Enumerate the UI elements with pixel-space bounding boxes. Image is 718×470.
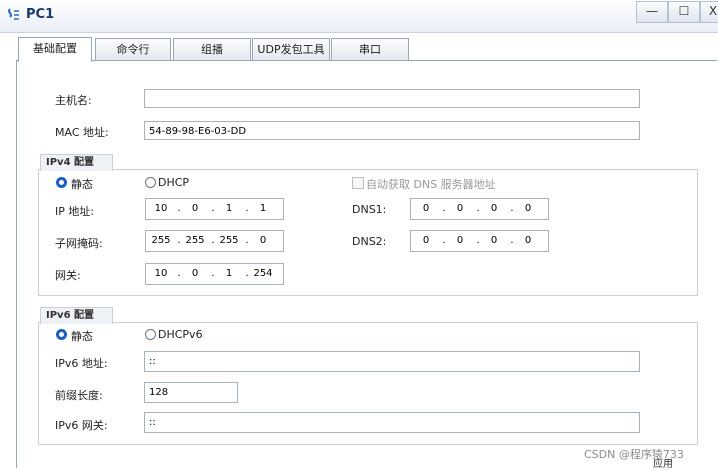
minimize-button[interactable]: — [636,1,668,23]
watermark: CSDN @程序猿733 [584,448,684,461]
dns1-input[interactable]: 0. 0. 0. 0 [410,198,549,220]
octet: 10 [154,203,168,214]
octet: 0 [456,235,464,246]
ipv6-dhcp-radio[interactable] [145,329,156,340]
auto-dns-label: 自动获取 DNS 服务器地址 [366,178,496,191]
tab-udp-tool[interactable]: UDP发包工具 [252,38,330,61]
prefix-length-input[interactable]: 128 [144,382,238,403]
octet: 0 [456,203,464,214]
auto-dns-checkbox[interactable] [352,177,364,189]
octet: 0 [524,203,532,214]
ipv6-dhcp-label: DHCPv6 [158,328,203,341]
octet: 0 [490,235,498,246]
maximize-button[interactable]: ☐ [668,1,700,23]
ip-label: IP 地址: [55,205,95,218]
octet: 0 [191,203,199,214]
octet: 0 [490,203,498,214]
octet: 1 [225,268,233,279]
tab-command-line[interactable]: 命令行 [95,38,171,61]
pc-app-icon [8,8,19,20]
ip-address-input[interactable]: 10. 0. 1. 1 [145,198,284,220]
prefix-length-label: 前缀长度: [55,389,103,402]
ipv6-address-input[interactable]: :: [144,351,640,372]
gateway-label: 网关: [55,269,81,282]
dns2-label: DNS2: [352,235,387,248]
octet: 1 [225,203,233,214]
window-title: PC1 [26,7,55,22]
octet: 0 [422,235,430,246]
octet: 0 [191,268,199,279]
ipv4-static-label: 静态 [71,178,93,191]
octet: 0 [259,235,267,246]
close-button[interactable]: X [700,1,718,23]
title-bar: PC1 — ☐ X [0,0,718,33]
mask-label: 子网掩码: [55,237,103,250]
octet: 255 [151,235,171,246]
ipv4-dhcp-label: DHCP [158,176,190,189]
gateway-input[interactable]: 10. 0. 1. 254 [145,263,284,285]
ipv6-group-label: IPv6 配置 [40,307,114,324]
octet: 254 [253,268,273,279]
octet: 0 [422,203,430,214]
octet: 1 [259,203,267,214]
ipv4-dhcp-radio[interactable] [145,177,156,188]
ipv4-static-radio[interactable] [56,177,67,188]
tab-multicast[interactable]: 组播 [173,38,251,61]
hostname-label: 主机名: [55,94,92,107]
dns1-label: DNS1: [352,203,387,216]
mac-label: MAC 地址: [55,126,109,139]
tab-basic-config[interactable]: 基础配置 [18,37,92,62]
hostname-input[interactable] [144,89,640,108]
octet: 255 [219,235,239,246]
octet: 10 [154,268,168,279]
ipv6-static-radio[interactable] [56,329,67,340]
dns2-input[interactable]: 0. 0. 0. 0 [410,230,549,252]
ipv6-address-label: IPv6 地址: [55,357,108,370]
subnet-mask-input[interactable]: 255. 255. 255. 0 [145,230,284,252]
ipv6-static-label: 静态 [71,330,93,343]
ipv6-gateway-label: IPv6 网关: [55,419,108,432]
mac-input[interactable]: 54-89-98-E6-03-DD [144,121,640,140]
ipv6-gateway-input[interactable]: :: [144,412,640,433]
tab-serial[interactable]: 串口 [331,38,409,61]
octet: 255 [185,235,205,246]
ipv4-group-label: IPv4 配置 [40,154,114,171]
octet: 0 [524,235,532,246]
